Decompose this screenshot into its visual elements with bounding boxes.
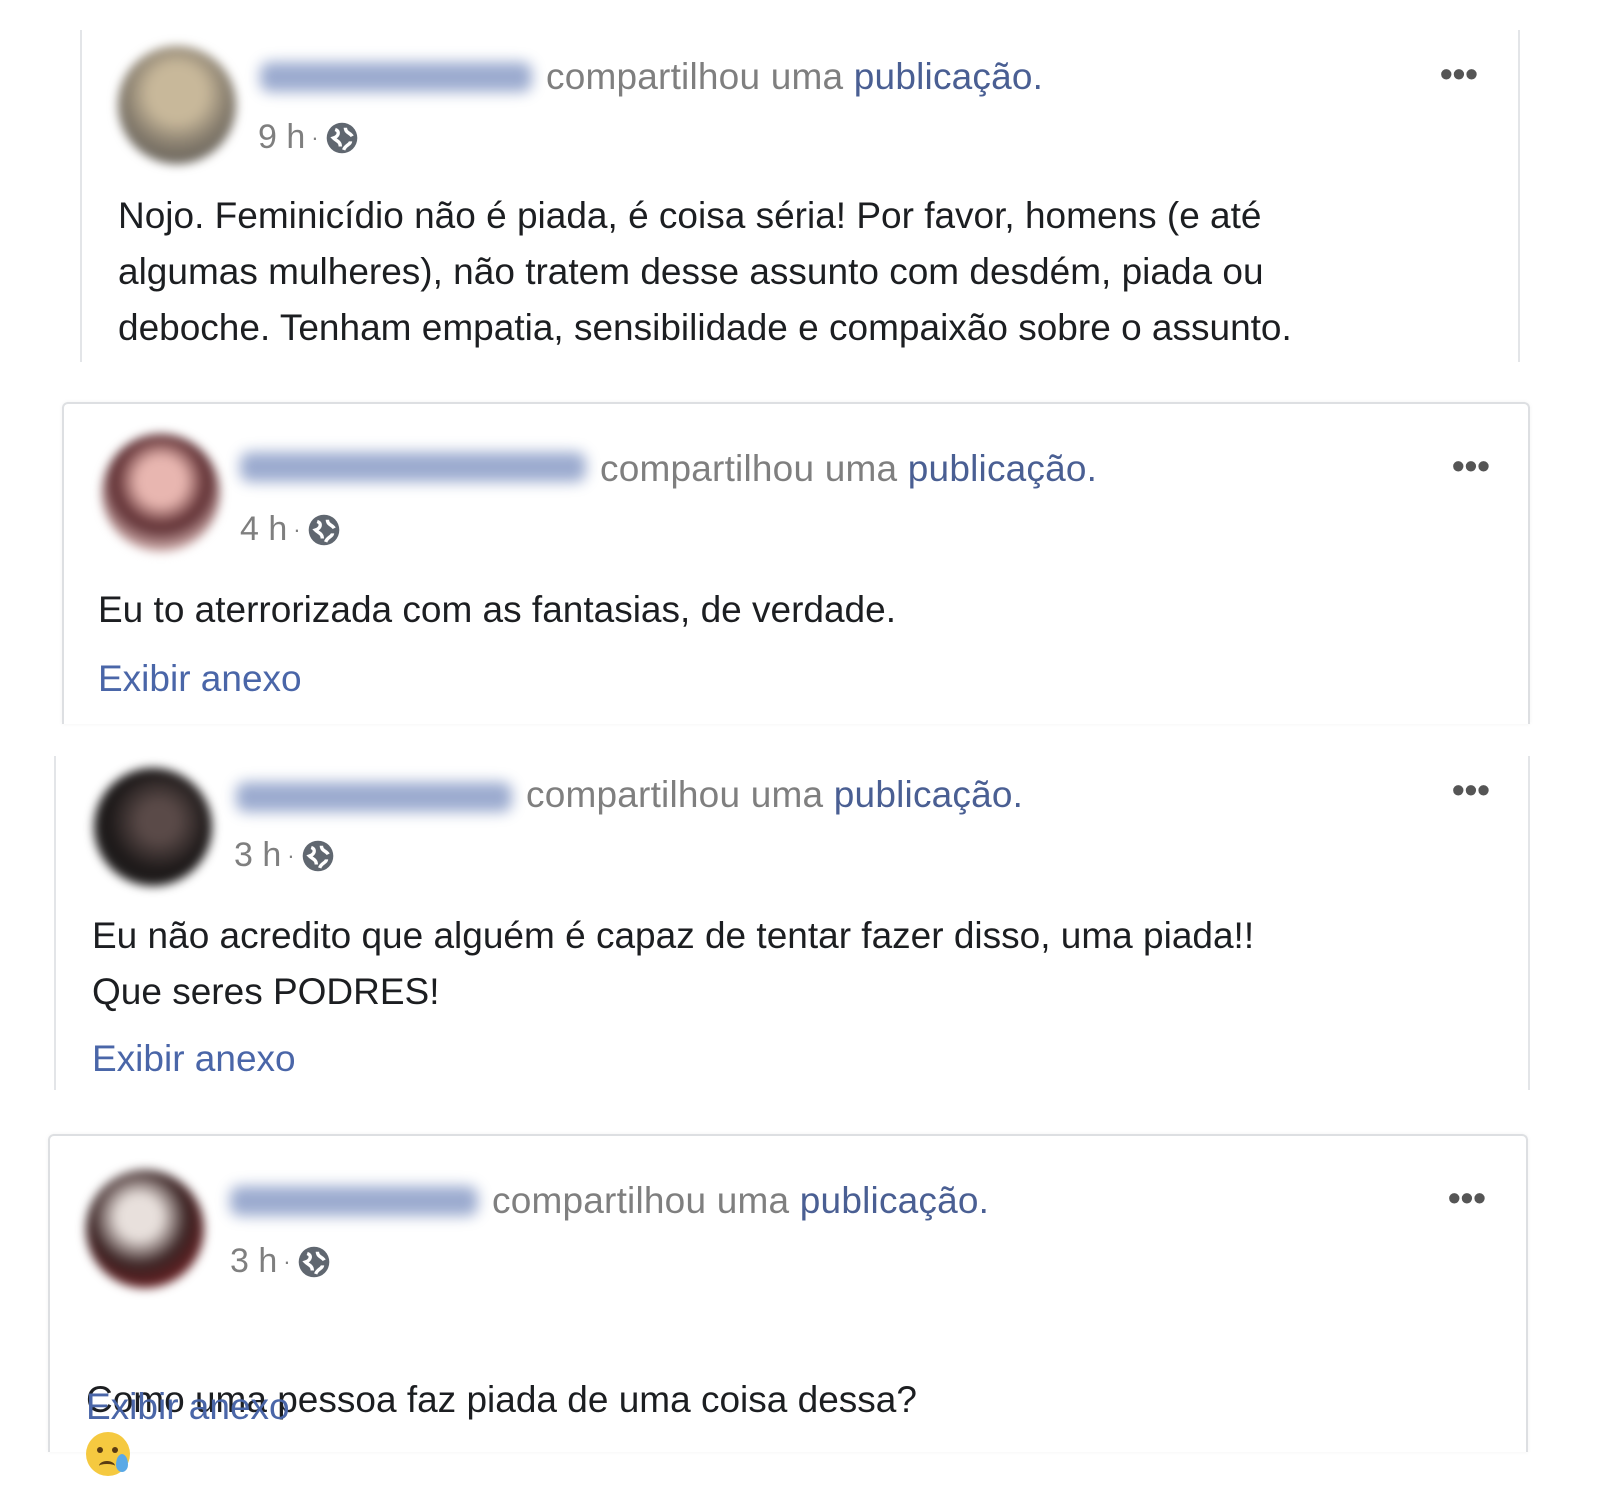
post-text: Eu não acredito que alguém é capaz de te… xyxy=(92,915,1255,1012)
post-headline: compartilhou uma publicação. xyxy=(546,56,1043,98)
author-name[interactable] xyxy=(240,452,586,482)
view-attachment-link[interactable]: Exibir anexo xyxy=(98,658,302,700)
action-text: compartilhou uma xyxy=(526,774,824,815)
globe-icon[interactable] xyxy=(307,513,341,547)
post-meta: 3 h · xyxy=(230,1242,331,1281)
avatar[interactable] xyxy=(86,1170,204,1288)
publication-link[interactable]: publicação. xyxy=(908,448,1097,489)
separator-dot: · xyxy=(311,124,319,150)
more-options-icon[interactable]: ••• xyxy=(1440,56,1478,92)
separator-dot: · xyxy=(287,842,295,868)
more-options-icon[interactable]: ••• xyxy=(1452,448,1490,484)
action-text: compartilhou uma xyxy=(546,56,844,97)
publication-link[interactable]: publicação. xyxy=(800,1180,989,1221)
timestamp[interactable]: 9 h xyxy=(258,118,305,157)
author-name[interactable] xyxy=(260,62,532,92)
timestamp[interactable]: 4 h xyxy=(240,510,287,549)
post-text: Nojo. Feminicídio não é piada, é coisa s… xyxy=(118,195,1292,348)
author-name[interactable] xyxy=(236,782,512,812)
publication-link[interactable]: publicação. xyxy=(834,774,1023,815)
view-attachment-link[interactable]: Exibir anexo xyxy=(92,1038,296,1080)
action-text: compartilhou uma xyxy=(492,1180,790,1221)
post-headline: compartilhou uma publicação. xyxy=(526,774,1023,816)
avatar[interactable] xyxy=(102,434,220,552)
post-headline: compartilhou uma publicação. xyxy=(492,1180,989,1222)
post-card: compartilhou uma publicação. 9 h · ••• N… xyxy=(80,30,1520,362)
timestamp[interactable]: 3 h xyxy=(234,836,281,875)
globe-icon[interactable] xyxy=(325,121,359,155)
post-meta: 4 h · xyxy=(240,510,341,549)
post-meta: 9 h · xyxy=(258,118,359,157)
avatar[interactable] xyxy=(118,46,236,164)
separator-dot: · xyxy=(293,516,301,542)
post-card: compartilhou uma publicação. 3 h · ••• C… xyxy=(48,1134,1528,1476)
timestamp[interactable]: 3 h xyxy=(230,1242,277,1281)
author-name[interactable] xyxy=(230,1186,478,1216)
post-headline: compartilhou uma publicação. xyxy=(600,448,1097,490)
more-options-icon[interactable]: ••• xyxy=(1452,772,1490,808)
post-card: compartilhou uma publicação. 3 h · ••• E… xyxy=(54,756,1530,1090)
more-options-icon[interactable]: ••• xyxy=(1448,1180,1486,1216)
crying-face-icon xyxy=(86,1432,130,1476)
globe-icon[interactable] xyxy=(301,839,335,873)
separator-dot: · xyxy=(283,1248,291,1274)
globe-icon[interactable] xyxy=(297,1245,331,1279)
action-text: compartilhou uma xyxy=(600,448,898,489)
avatar[interactable] xyxy=(94,768,212,886)
post-text: Como uma pessoa faz piada de uma coisa d… xyxy=(86,1316,1506,1484)
post-meta: 3 h · xyxy=(234,836,335,875)
view-attachment-link[interactable]: Exibir anexo xyxy=(86,1386,290,1428)
publication-link[interactable]: publicação. xyxy=(854,56,1043,97)
post-text: Eu to aterrorizada com as fantasias, de … xyxy=(98,589,896,630)
post-card: compartilhou uma publicação. 4 h · ••• E… xyxy=(62,402,1530,724)
